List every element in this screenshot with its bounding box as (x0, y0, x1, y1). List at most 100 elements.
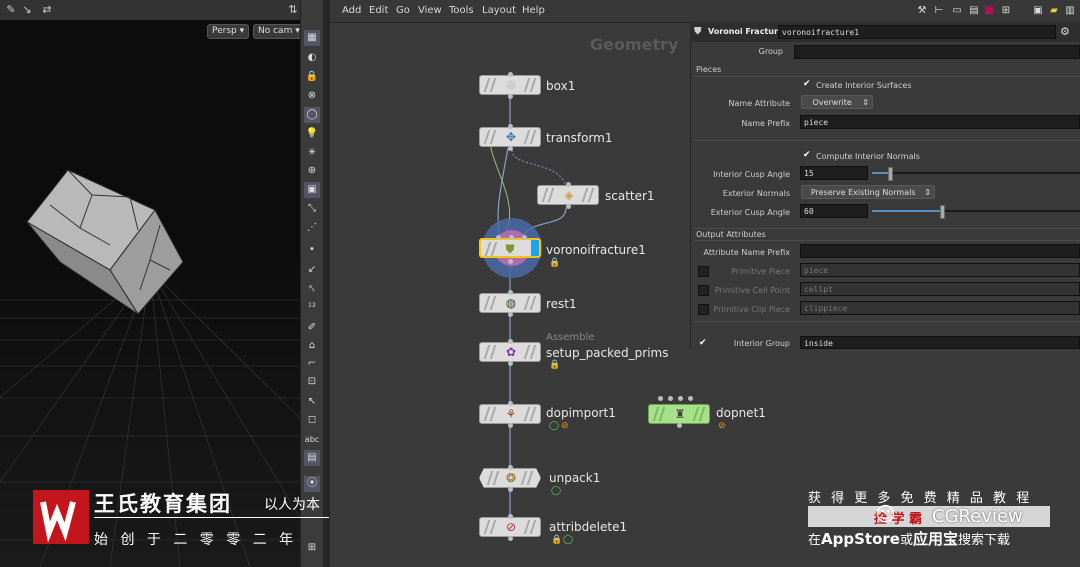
snap-icon[interactable]: ⤡ (304, 201, 320, 217)
lens-icon[interactable]: ◯ (304, 107, 320, 123)
paint-icon[interactable]: ✐ (304, 320, 320, 336)
pointer-icon[interactable]: ↙ (304, 262, 320, 278)
wireframe-icon[interactable]: ▦ (304, 30, 320, 46)
node-input-dot[interactable] (496, 235, 501, 240)
frame-icon[interactable]: ◻ (304, 412, 320, 428)
primitive-clip-piece-field[interactable]: clippiece (800, 301, 1080, 315)
node-output-dot[interactable] (508, 146, 513, 151)
node-input-dot[interactable] (678, 396, 683, 401)
display-flag[interactable] (531, 240, 539, 256)
interior-cusp-angle-slider[interactable] (872, 172, 1080, 174)
interior-cusp-slider-handle[interactable] (888, 167, 894, 181)
node-input-dot[interactable] (509, 235, 514, 240)
node-input-dot[interactable] (508, 72, 513, 77)
node-output-dot[interactable] (508, 361, 513, 366)
lock-icon[interactable]: 🔒 (304, 69, 320, 85)
name-prefix-field[interactable]: piece (800, 115, 1080, 129)
number-icon[interactable]: ¹² (304, 300, 320, 316)
menu-edit[interactable]: Edit (369, 5, 388, 16)
node-output-dot[interactable] (508, 536, 513, 541)
select-icon[interactable]: ✎ (4, 3, 18, 17)
pane-layout-icon[interactable]: ▥ (1064, 5, 1076, 17)
no-light-icon[interactable]: ⊗ (304, 88, 320, 104)
node-output-dot[interactable] (508, 312, 513, 317)
camera-dropdown[interactable]: No cam ▾ (253, 24, 305, 39)
attribute-name-prefix-field[interactable] (800, 244, 1080, 258)
compute-interior-normals-checkbox[interactable]: ✔ (803, 151, 812, 160)
node-input-dot[interactable] (508, 401, 513, 406)
image-icon[interactable]: ▣ (1032, 5, 1044, 17)
primitive-cell-point-field[interactable]: cellpt (800, 282, 1080, 296)
node-input-dot[interactable] (668, 396, 673, 401)
exterior-normals-dropdown[interactable]: Preserve Existing Normals ⇕ (801, 185, 935, 199)
node-output-dot[interactable] (508, 487, 513, 492)
grid-icon[interactable]: ⊞ (304, 540, 320, 556)
gear-icon[interactable]: ⚙ (1060, 25, 1070, 38)
node-unpack1[interactable]: ❂ (479, 468, 541, 488)
light-target-icon[interactable]: ⊕ (304, 163, 320, 179)
node-rest1[interactable]: ◍ (479, 293, 541, 313)
arrow-icon[interactable]: ↖ (304, 394, 320, 410)
node-input-dot[interactable] (522, 235, 527, 240)
node-dopnet1[interactable]: ♜ (648, 404, 710, 424)
locator-icon[interactable]: ⦿ (304, 476, 320, 492)
node-input-dot[interactable] (688, 396, 693, 401)
network-grid-icon[interactable]: ⊞ (1000, 5, 1012, 17)
background-image-icon[interactable]: ▤ (304, 450, 320, 466)
ghost-icon[interactable]: ◐ (304, 50, 320, 66)
node-input-dot[interactable] (508, 124, 513, 129)
group-field[interactable] (794, 45, 1080, 59)
pose-icon[interactable]: ↘ (20, 3, 34, 17)
bucket-icon[interactable]: ⌂ (304, 338, 320, 354)
node-input-dot[interactable] (508, 514, 513, 519)
node-input-dot[interactable] (658, 396, 663, 401)
wrench-icon[interactable]: ⚒ (916, 5, 928, 17)
brush-icon[interactable]: ⤣ (304, 282, 320, 298)
node-input-dot[interactable] (566, 182, 571, 187)
node-input-dot[interactable] (508, 339, 513, 344)
shading-icon[interactable]: ▣ (304, 182, 320, 198)
menu-view[interactable]: View (418, 5, 442, 16)
menu-help[interactable]: Help (522, 5, 545, 16)
node-input-dot[interactable] (508, 465, 513, 470)
bounding-box-icon[interactable]: ⊡ (304, 374, 320, 390)
node-name-field[interactable]: voronoifracture1 (778, 25, 1056, 39)
light-bulb-on-icon[interactable]: ☀ (304, 145, 320, 161)
color-palette-icon[interactable]: ▦ (983, 5, 995, 17)
pane-divider[interactable] (323, 0, 330, 567)
text-abc-icon[interactable]: abc (304, 432, 320, 448)
node-voronoifracture1[interactable]: ⛊ (479, 238, 541, 258)
menu-add[interactable]: Add (342, 5, 361, 16)
pin-icon[interactable]: ⇅ (286, 3, 300, 17)
light-bulb-icon[interactable]: 💡 (304, 126, 320, 142)
tree-icon[interactable]: ⊢ (933, 5, 945, 17)
primitive-piece-field[interactable]: piece (800, 263, 1080, 277)
node-transform1[interactable]: ✥ (479, 127, 541, 147)
exterior-cusp-slider-handle[interactable] (940, 205, 946, 219)
node-output-dot[interactable] (677, 423, 682, 428)
node-output-dot[interactable] (508, 259, 513, 264)
create-interior-surfaces-checkbox[interactable]: ✔ (803, 80, 812, 89)
menu-tools[interactable]: Tools (449, 5, 474, 16)
node-input-dot[interactable] (508, 290, 513, 295)
list-icon[interactable]: ▭ (951, 5, 963, 17)
node-box1[interactable]: ⬢ (479, 75, 541, 95)
node-output-dot[interactable] (508, 94, 513, 99)
snap-grid-icon[interactable]: ⋰ (304, 220, 320, 236)
node-output-dot[interactable] (566, 204, 571, 209)
interior-group-field[interactable]: inside (800, 336, 1080, 349)
node-scatter1[interactable]: ◈ (537, 185, 599, 205)
name-attribute-dropdown[interactable]: Overwrite ⇕ (801, 95, 873, 109)
interior-cusp-angle-field[interactable]: 15 (800, 166, 868, 180)
corner-icon[interactable]: ⌐ (304, 356, 320, 372)
menu-go[interactable]: Go (396, 5, 410, 16)
node-dopimport1[interactable]: ⚘ (479, 404, 541, 424)
sticky-note-icon[interactable]: ▰ (1048, 5, 1060, 17)
node-attribdelete1[interactable]: ⊘ (479, 517, 541, 537)
menu-layout[interactable]: Layout (482, 5, 516, 16)
camera-view-dropdown[interactable]: Persp ▾ (207, 24, 250, 39)
node-output-dot[interactable] (508, 423, 513, 428)
exterior-cusp-angle-field[interactable]: 60 (800, 204, 868, 218)
cross-arrows-icon[interactable]: ⇄ (40, 3, 54, 17)
scene-viewport[interactable] (0, 0, 300, 567)
